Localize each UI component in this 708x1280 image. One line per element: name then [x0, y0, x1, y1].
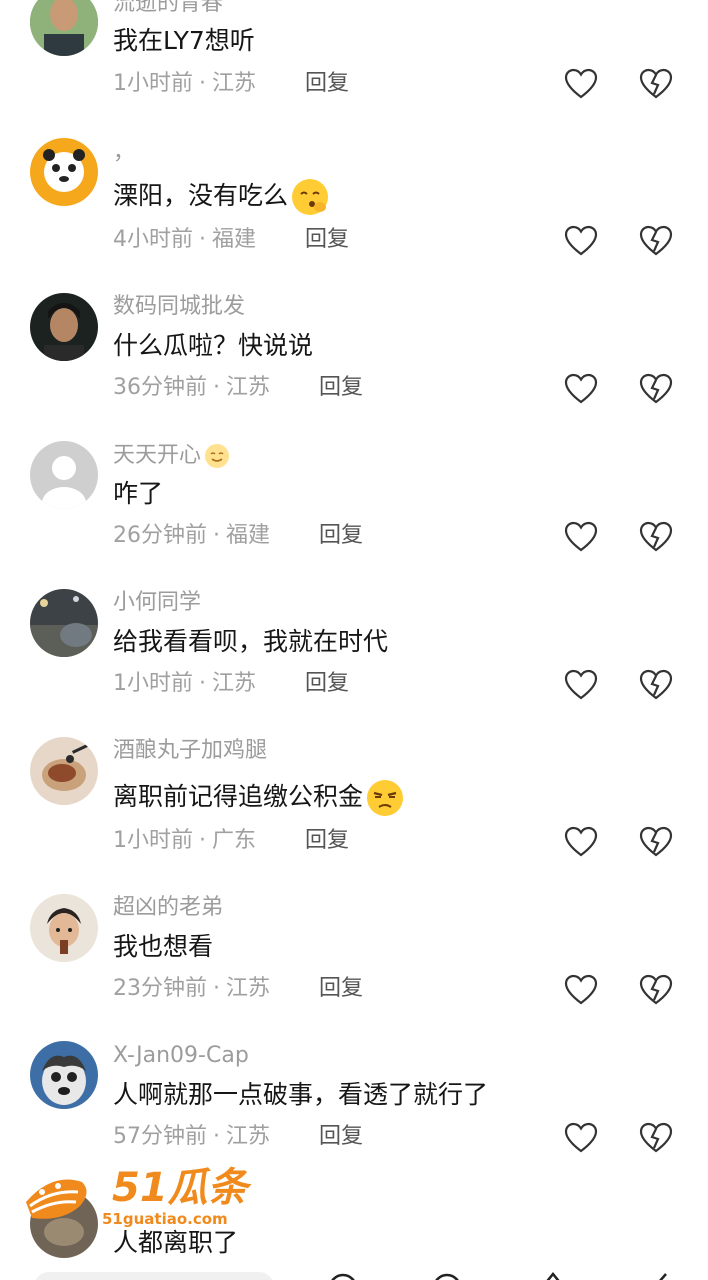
- comment-text: 我在LY7想听: [113, 26, 255, 55]
- annoyed-emoji-icon: [367, 780, 404, 816]
- comment-time: 57分钟前: [113, 1124, 207, 1149]
- avatar[interactable]: [30, 293, 98, 361]
- comment-text: 溧阳，没有吃么: [113, 177, 330, 217]
- comment-meta: 1小时前 · 江苏: [113, 71, 257, 96]
- comment-username[interactable]: 超凶的老弟: [113, 895, 223, 921]
- reply-button[interactable]: 回复: [319, 1124, 363, 1150]
- heart-outline-icon[interactable]: [564, 521, 598, 553]
- comment-text: 咋了: [113, 479, 164, 508]
- comment-username[interactable]: 数码同城批发: [113, 294, 245, 320]
- broken-heart-icon[interactable]: [639, 225, 673, 257]
- watermark: 51瓜条 51guatiao.com: [22, 1162, 282, 1232]
- comment-location: 福建: [212, 227, 257, 252]
- watermark-brand: 51瓜条: [112, 1165, 248, 1211]
- avatar[interactable]: [30, 1041, 98, 1109]
- heart-outline-icon[interactable]: [564, 1122, 598, 1154]
- broken-heart-icon[interactable]: [639, 68, 673, 100]
- comment-time: 4小时前: [113, 227, 193, 252]
- comment-text: 离职前记得追缴公积金: [113, 778, 405, 818]
- comment-username[interactable]: 流逝的青春: [113, 0, 223, 17]
- avatar[interactable]: [30, 589, 98, 657]
- broken-heart-icon[interactable]: [639, 373, 673, 405]
- avatar[interactable]: [30, 894, 98, 962]
- comment-location: 江苏: [212, 671, 257, 696]
- comment-meta: 23分钟前 · 江苏: [113, 976, 271, 1001]
- comment-text-content: 溧阳，没有吃么: [113, 181, 289, 210]
- smile-emoji-icon: [205, 444, 230, 468]
- comment-meta: 1小时前 · 江苏: [113, 671, 257, 696]
- comment-username-text: 天天开心: [113, 443, 202, 468]
- comment-location: 江苏: [226, 976, 271, 1001]
- heart-outline-icon[interactable]: [564, 68, 598, 100]
- avatar[interactable]: [30, 0, 98, 56]
- comment-meta: 57分钟前 · 江苏: [113, 1124, 271, 1149]
- comment-meta: 4小时前 · 福建: [113, 227, 257, 252]
- reply-button[interactable]: 回复: [305, 71, 349, 97]
- broken-heart-icon[interactable]: [639, 521, 673, 553]
- comment-text-content: 离职前记得追缴公积金: [113, 782, 364, 811]
- watermark-url: 51guatiao.com: [102, 1210, 228, 1228]
- at-icon[interactable]: [326, 1272, 360, 1280]
- comment-time: 1小时前: [113, 671, 193, 696]
- comment-text: 我也想看: [113, 932, 214, 961]
- comment-username[interactable]: ，: [113, 140, 135, 166]
- broken-heart-icon[interactable]: [639, 669, 673, 701]
- reply-button[interactable]: 回复: [305, 828, 349, 854]
- comment-location: 福建: [226, 523, 271, 548]
- broken-heart-icon[interactable]: [639, 974, 673, 1006]
- comment-text: 人都离职了: [113, 1228, 239, 1257]
- comment-text: 什么瓜啦？快说说: [113, 331, 314, 360]
- comment-meta: 1小时前 · 广东: [113, 828, 257, 853]
- comment-time: 26分钟前: [113, 523, 207, 548]
- reply-button[interactable]: 回复: [305, 671, 349, 697]
- comment-location: 江苏: [226, 375, 271, 400]
- comment-username[interactable]: 天天开心: [113, 442, 231, 470]
- heart-outline-icon[interactable]: [564, 225, 598, 257]
- comment-username[interactable]: 酒酿丸子加鸡腿: [113, 738, 267, 764]
- reply-button[interactable]: 回复: [319, 375, 363, 401]
- avatar[interactable]: [30, 138, 98, 206]
- comment-username[interactable]: X-Jan09-Cap: [113, 1043, 249, 1069]
- bottom-input-bar: [0, 1268, 708, 1280]
- emoji-icon[interactable]: [430, 1272, 464, 1280]
- heart-outline-icon[interactable]: [564, 669, 598, 701]
- comment-meta: 26分钟前 · 福建: [113, 523, 271, 548]
- comment-time: 36分钟前: [113, 375, 207, 400]
- comment-username[interactable]: 小何同学: [113, 590, 201, 616]
- comment-input-field[interactable]: [34, 1272, 274, 1280]
- heart-outline-icon[interactable]: [564, 974, 598, 1006]
- heart-outline-icon[interactable]: [564, 826, 598, 858]
- kissing-emoji-icon: [292, 179, 329, 215]
- heart-outline-icon[interactable]: [564, 373, 598, 405]
- avatar[interactable]: [30, 737, 98, 805]
- send-icon[interactable]: [644, 1270, 678, 1280]
- comment-meta: 36分钟前 · 江苏: [113, 375, 271, 400]
- comment-time: 1小时前: [113, 71, 193, 96]
- reply-button[interactable]: 回复: [319, 976, 363, 1002]
- comment-time: 23分钟前: [113, 976, 207, 1001]
- reply-button[interactable]: 回复: [305, 227, 349, 253]
- comment-time: 1小时前: [113, 828, 193, 853]
- comment-text: 给我看看呗，我就在时代: [113, 627, 389, 656]
- avatar[interactable]: [30, 441, 98, 509]
- comment-location: 广东: [212, 828, 257, 853]
- broken-heart-icon[interactable]: [639, 1122, 673, 1154]
- comment-location: 江苏: [212, 71, 257, 96]
- broken-heart-icon[interactable]: [639, 826, 673, 858]
- comment-text: 人啊就那一点破事，看透了就行了: [113, 1080, 489, 1109]
- image-icon[interactable]: [536, 1270, 570, 1280]
- comment-location: 江苏: [226, 1124, 271, 1149]
- reply-button[interactable]: 回复: [319, 523, 363, 549]
